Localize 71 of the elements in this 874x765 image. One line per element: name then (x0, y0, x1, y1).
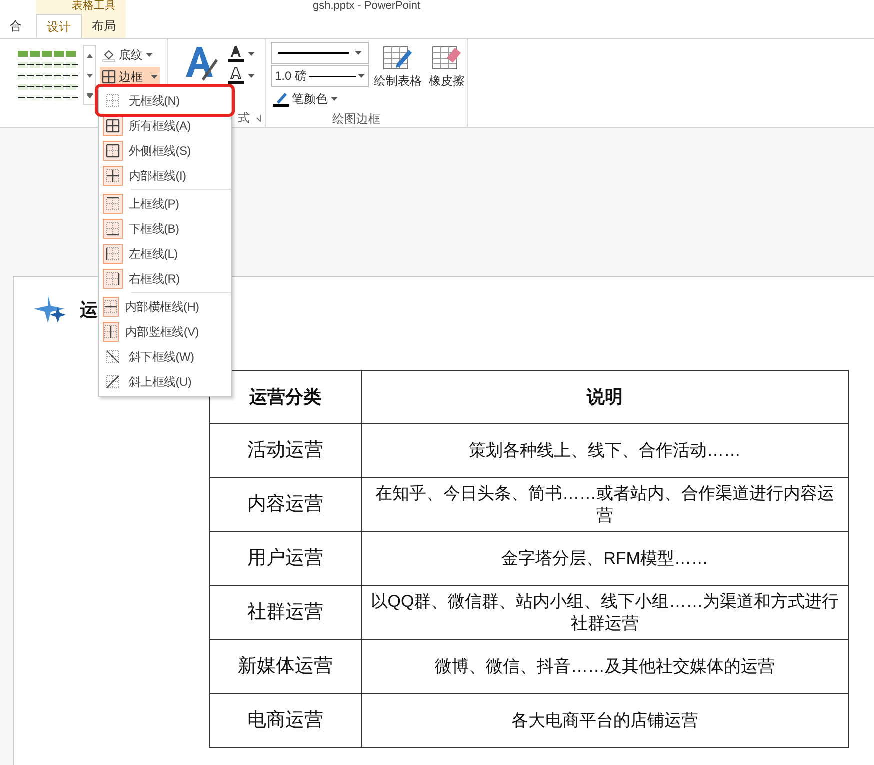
table-cell: 电商运营 (210, 694, 362, 748)
border-icon (106, 144, 120, 158)
menu-item[interactable]: 左框线(L) (99, 241, 199, 266)
border-icon (102, 70, 116, 84)
caret-icon (151, 75, 158, 79)
table-cell: 金字塔分层、RFM模型…… (362, 532, 848, 586)
caret-icon (248, 74, 255, 78)
group-label: 式 (238, 110, 250, 127)
dialog-launcher-icon[interactable] (254, 114, 261, 122)
eraser-icon (432, 44, 462, 72)
draw-table-icon (383, 44, 413, 72)
text-fill-icon (228, 45, 244, 63)
caret-icon (248, 52, 255, 56)
border-icon (106, 222, 120, 236)
border-icon (106, 272, 120, 286)
table-cell: 各大电商平台的店铺运营 (362, 694, 848, 748)
border-icon (104, 300, 118, 314)
border-icon (106, 246, 120, 260)
caret-icon (146, 53, 153, 57)
table-cell: 微博、微信、抖音……及其他社交媒体的运营 (362, 640, 848, 694)
eraser-button[interactable]: 橡皮擦 (427, 42, 467, 110)
border-icon (106, 168, 120, 182)
context-group-label: 表格工具 (72, 0, 116, 13)
table-cell: 内容运营 (210, 478, 362, 532)
table-cell: 以QQ群、微信群、站内小组、线下小组……为渠道和方式进行社群运营 (362, 586, 848, 640)
slide-title: 运 (80, 298, 98, 322)
caret-icon (358, 74, 365, 78)
caret-icon (355, 51, 362, 55)
shading-button[interactable]: 底纹 (100, 45, 160, 65)
border-icon (106, 94, 120, 108)
border-icon (106, 350, 120, 364)
pen-color-button[interactable]: 笔颜色 (271, 88, 369, 110)
menu-item[interactable]: 下框线(B) (99, 216, 199, 241)
draw-table-button[interactable]: 绘制表格 (371, 42, 425, 110)
down-arrow-icon (86, 74, 92, 78)
menu-item[interactable]: 外侧框线(S) (99, 138, 231, 163)
ribbon-tab[interactable]: 合 (0, 14, 36, 38)
pen-weight-dropdown[interactable]: 1.0 磅 (271, 65, 369, 87)
menu-item[interactable]: 内部框线(I) (99, 163, 231, 188)
table-cell: 社群运营 (210, 586, 362, 640)
menu-item[interactable]: 右框线(R) (99, 266, 199, 291)
text-fill-button[interactable] (228, 45, 255, 63)
border-icon (106, 118, 120, 132)
menu-item[interactable]: 所有框线(A) (99, 113, 231, 138)
border-icon (106, 196, 120, 210)
ribbon-tab[interactable]: 设计 (36, 14, 82, 38)
data-table[interactable]: 运营分类 说明 活动运营 策划各种线上、线下、合作活动…… 内容运营 在知乎、今日头条、简书……或者站内、合作渠道进行内容运营 用户运营 金字塔分层、RFM模型…… 社群运营 以QQ群、微信群、站内小组、线下小组……为渠道和方式进行社群运营 新媒体运营 微博、微信、抖音……及其他社交媒体的运营 电商运营 各大电商平台的店铺运营 (209, 370, 849, 748)
border-icon (106, 374, 120, 388)
table-cell: 新媒体运营 (210, 640, 362, 694)
table-cell: 策划各种线上、线下、合作活动…… (362, 424, 848, 478)
menu-item[interactable]: 内部竖框线(V) (99, 319, 199, 344)
menu-item[interactable]: 上框线(P) (99, 191, 199, 216)
text-outline-button[interactable] (228, 67, 255, 85)
caret-icon (331, 97, 338, 101)
pen-style-dropdown[interactable] (271, 42, 369, 64)
group-label: 绘图边框 (332, 111, 380, 128)
menu-item[interactable]: 斜上框线(U) (99, 369, 199, 394)
table-cell: 在知乎、今日头条、简书……或者站内、合作渠道进行内容运营 (362, 478, 848, 532)
table-cell: 用户运营 (210, 532, 362, 586)
column-header: 说明 (362, 370, 848, 424)
border-icon (104, 324, 118, 338)
text-outline-icon (228, 67, 244, 85)
more-arrow-icon (86, 92, 92, 98)
pen-icon (273, 91, 289, 107)
menu-item[interactable]: 内部横框线(H) (99, 294, 199, 319)
menu-item[interactable]: 斜下框线(W) (99, 344, 199, 369)
table-cell: 活动运营 (210, 424, 362, 478)
menu-item[interactable]: 无框线(N) (99, 88, 231, 113)
up-arrow-icon (86, 54, 92, 58)
window-title: gsh.pptx - PowerPoint (313, 0, 421, 13)
ribbon-tab[interactable]: 布局 (82, 14, 126, 38)
